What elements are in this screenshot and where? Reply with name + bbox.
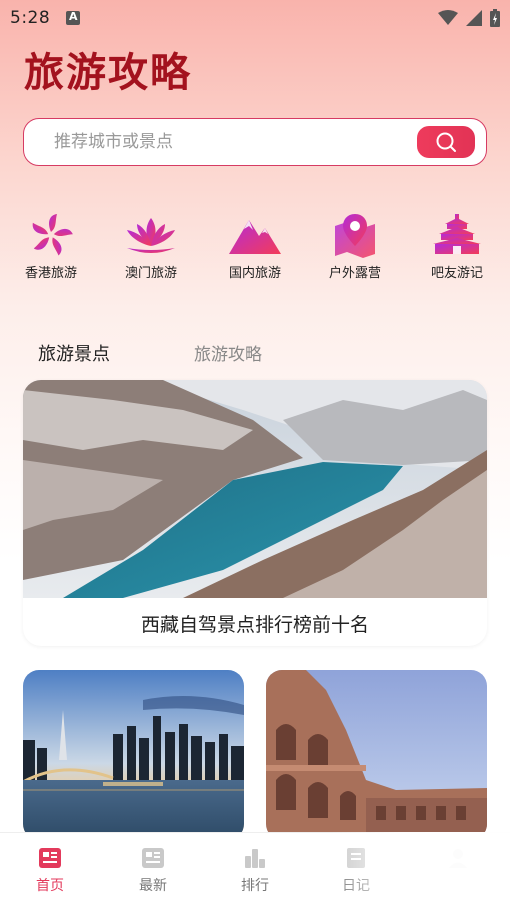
category-label: 澳门旅游 [124,266,177,281]
category-macau[interactable]: 澳门旅游 [106,212,196,281]
category-domestic[interactable]: 国内旅游 [210,212,300,281]
category-camping[interactable]: 户外露营 [310,212,400,281]
feature-caption: 西藏自驾景点排行榜前十名 [140,614,369,636]
feature-image-tibet-lake [23,380,487,598]
page-title: 旅游攻略 [24,50,192,96]
category-label: 户外露营 [328,266,381,281]
diary-icon [347,848,365,868]
category-label: 香港旅游 [24,266,77,281]
home-news-icon [39,848,61,868]
battery-icon [490,9,500,27]
colosseum-image [266,670,487,840]
status-icons [438,9,500,27]
nav-label: 最新 [139,878,167,894]
mountain-icon [229,220,281,254]
map-pin-icon [335,214,375,258]
category-travelogue[interactable]: 吧友游记 [412,212,502,281]
search-input[interactable] [54,119,414,164]
nav-profile[interactable] [428,847,488,869]
feature-card[interactable]: 西藏自驾景点排行榜前十名 [23,380,487,646]
bauhinia-icon [32,214,73,256]
ranking-icon [245,849,265,868]
city-skyline-image [23,670,244,840]
lotus-icon [127,218,175,253]
nav-label: 首页 [36,878,64,894]
tab-attractions[interactable]: 旅游景点 [38,340,110,366]
search-bar[interactable] [23,118,487,166]
category-label: 吧友游记 [430,266,483,281]
temple-icon [433,214,481,254]
nav-home[interactable]: 首页 [20,847,80,895]
nav-ranking[interactable]: 排行 [225,847,285,895]
nav-label: 日记 [342,878,370,894]
nav-diary[interactable]: 日记 [326,847,386,895]
search-button[interactable] [417,126,475,158]
status-time: 5:28 [10,8,51,28]
bottom-nav: 首页 最新 排行 日记 [0,832,510,906]
card-city-skyline[interactable] [23,670,244,840]
status-bar: 5:28 [0,0,510,36]
category-label: 国内旅游 [228,266,281,281]
signal-icon [466,10,482,26]
latest-news-icon [142,848,164,868]
app-notification-icon [66,10,80,25]
nav-latest[interactable]: 最新 [123,847,183,895]
nav-label: 排行 [241,878,269,894]
profile-icon [449,849,467,868]
category-hongkong[interactable]: 香港旅游 [6,212,96,281]
tab-guides[interactable]: 旅游攻略 [194,340,262,365]
wifi-icon [438,10,458,25]
category-row: 香港旅游 澳门旅游 国内旅游 户外露营 吧友游记 [0,212,510,282]
card-colosseum[interactable] [266,670,487,840]
search-icon [436,132,456,152]
